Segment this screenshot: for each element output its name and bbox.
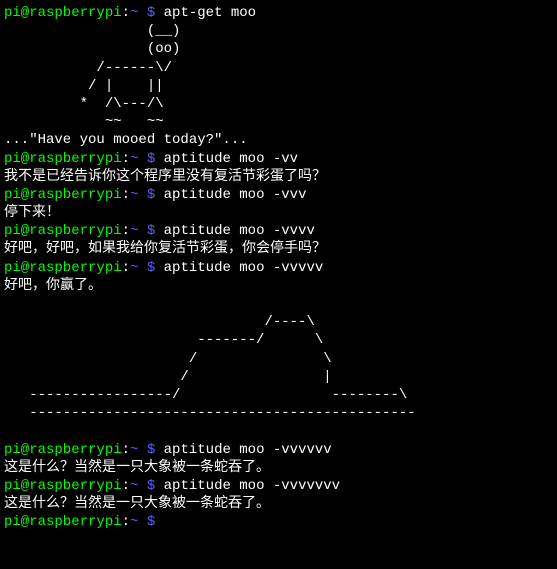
prompt-dollar bbox=[155, 151, 163, 167]
command-7: aptitude moo -vvvvvvv bbox=[164, 478, 340, 494]
prompt-dollar bbox=[155, 187, 163, 203]
prompt-colon: : bbox=[122, 187, 130, 203]
prompt-dollar bbox=[155, 514, 163, 530]
prompt-user: pi@raspberrypi bbox=[4, 260, 122, 276]
prompt-dollar bbox=[155, 223, 163, 239]
prompt-user: pi@raspberrypi bbox=[4, 151, 122, 167]
prompt-path: ~ $ bbox=[130, 151, 155, 167]
prompt-path: ~ $ bbox=[130, 514, 155, 530]
prompt-dollar bbox=[155, 442, 163, 458]
command-6: aptitude moo -vvvvvv bbox=[164, 442, 332, 458]
prompt-user: pi@raspberrypi bbox=[4, 514, 122, 530]
output-3: 停下来！ bbox=[4, 205, 60, 221]
prompt-colon: : bbox=[122, 5, 130, 21]
prompt-colon: : bbox=[122, 514, 130, 530]
prompt-path: ~ $ bbox=[130, 442, 155, 458]
prompt-user: pi@raspberrypi bbox=[4, 478, 122, 494]
terminal-area[interactable]: pi@raspberrypi:~ $ apt-get moo (__) (oo)… bbox=[4, 4, 553, 531]
output-5: 好吧，你赢了。 /----\ -------/ \ / \ / | ------… bbox=[4, 278, 416, 421]
output-cow: (__) (oo) /------\/ / | || * /\---/\ ~~ … bbox=[4, 23, 248, 148]
prompt-path: ~ $ bbox=[130, 187, 155, 203]
output-7: 这是什么？当然是一只大象被一条蛇吞了。 bbox=[4, 496, 270, 512]
prompt-path: ~ $ bbox=[130, 478, 155, 494]
prompt-colon: : bbox=[122, 260, 130, 276]
output-4: 好吧，好吧，如果我给你复活节彩蛋，你会停手吗？ bbox=[4, 241, 326, 257]
prompt-colon: : bbox=[122, 478, 130, 494]
prompt-user: pi@raspberrypi bbox=[4, 5, 122, 21]
command-2: aptitude moo -vv bbox=[164, 151, 298, 167]
output-2: 我不是已经告诉你这个程序里没有复活节彩蛋了吗？ bbox=[4, 169, 326, 185]
prompt-colon: : bbox=[122, 223, 130, 239]
prompt-user: pi@raspberrypi bbox=[4, 223, 122, 239]
prompt-dollar bbox=[155, 260, 163, 276]
prompt-path: ~ $ bbox=[130, 223, 155, 239]
command-5: aptitude moo -vvvvv bbox=[164, 260, 324, 276]
prompt-path: ~ $ bbox=[130, 5, 155, 21]
prompt-dollar bbox=[155, 478, 163, 494]
prompt-dollar bbox=[155, 5, 163, 21]
command-3: aptitude moo -vvv bbox=[164, 187, 307, 203]
prompt-user: pi@raspberrypi bbox=[4, 187, 122, 203]
command-4: aptitude moo -vvvv bbox=[164, 223, 315, 239]
command-1: apt-get moo bbox=[164, 5, 256, 21]
prompt-path: ~ $ bbox=[130, 260, 155, 276]
prompt-colon: : bbox=[122, 442, 130, 458]
output-6: 这是什么？当然是一只大象被一条蛇吞了。 bbox=[4, 460, 270, 476]
prompt-user: pi@raspberrypi bbox=[4, 442, 122, 458]
prompt-colon: : bbox=[122, 151, 130, 167]
